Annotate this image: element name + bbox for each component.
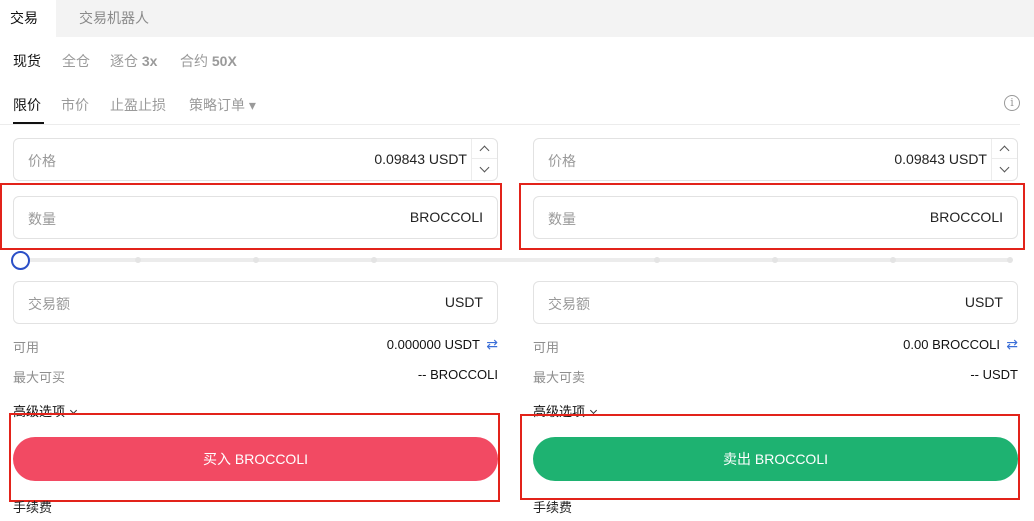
swap-icon[interactable]: ⇄ [486, 336, 498, 353]
sell-price-label: 价格 [548, 153, 576, 169]
mode-isolated[interactable]: 逐仓 3x [110, 51, 157, 71]
order-tab-market[interactable]: 市价 [61, 95, 89, 115]
buy-max-value: -- BROCCOLI [417, 367, 498, 382]
buy-fee-label: 手续费 [13, 500, 53, 515]
sell-max-value: -- USDT [970, 367, 1018, 382]
buy-price-stepper [471, 139, 497, 180]
buy-price-decrement-button[interactable] [472, 159, 497, 179]
slider-step [654, 257, 660, 263]
order-tab-tpsl[interactable]: 止盈止损 [110, 95, 166, 115]
buy-amount-label: 交易额 [28, 296, 70, 312]
sell-amount-label: 交易额 [548, 296, 590, 312]
buy-available-label: 可用 [13, 340, 40, 355]
order-tab-limit[interactable]: 限价 [13, 95, 41, 115]
info-icon[interactable]: i [1004, 95, 1020, 111]
buy-max-label: 最大可买 [13, 370, 66, 385]
sell-amount-unit: USDT [964, 294, 1003, 310]
mode-contract-label: 合约 [180, 53, 208, 69]
buy-price-unit: USDT [428, 151, 467, 167]
buy-price-number: 0.09843 [374, 151, 425, 167]
buy-max-row: 最大可买 -- BROCCOLI [13, 367, 498, 385]
slider-step [890, 257, 896, 263]
chevron-up-icon [479, 145, 490, 155]
sell-fee-label: 手续费 [533, 500, 573, 515]
buy-amount-field[interactable]: 交易额 USDT [13, 281, 498, 324]
chevron-down-icon [999, 162, 1010, 172]
buy-price-value[interactable]: 0.09843 USDT [374, 151, 467, 167]
slider-step [253, 257, 259, 263]
sell-max-row: 最大可卖 -- USDT [533, 367, 1018, 385]
sell-max-label: 最大可卖 [533, 370, 586, 385]
highlight-box [9, 413, 500, 502]
mode-cross[interactable]: 全仓 [62, 51, 90, 71]
highlight-box [519, 183, 1025, 250]
sell-price-number: 0.09843 [894, 151, 945, 167]
buy-price-label: 价格 [28, 153, 56, 169]
mode-contract[interactable]: 合约 50X [180, 51, 237, 71]
highlight-box [0, 183, 502, 250]
slider-step [371, 257, 377, 263]
buy-available-value: 0.000000 USDT [386, 337, 480, 352]
sell-price-increment-button[interactable] [992, 139, 1017, 159]
chevron-down-icon [589, 406, 598, 415]
tab-trade[interactable]: 交易 [0, 0, 56, 37]
sell-available-label: 可用 [533, 340, 560, 355]
divider [0, 124, 1020, 125]
sell-amount-field[interactable]: 交易额 USDT [533, 281, 1018, 324]
chevron-down-icon [479, 162, 490, 172]
mode-isolated-leverage: 3x [141, 53, 158, 69]
slider-track[interactable] [22, 258, 1012, 262]
sell-price-decrement-button[interactable] [992, 159, 1017, 179]
mode-contract-leverage: 50X [211, 53, 237, 69]
slider-handle[interactable] [11, 251, 30, 270]
slider-step [772, 257, 778, 263]
order-tab-strategy[interactable]: 策略订单 ▾ [189, 95, 256, 115]
sell-price-stepper [991, 139, 1017, 180]
slider-step [1007, 257, 1013, 263]
buy-amount-unit: USDT [444, 294, 483, 310]
sell-price-value[interactable]: 0.09843 USDT [894, 151, 987, 167]
tab-trading-bot[interactable]: 交易机器人 [79, 8, 149, 28]
buy-price-increment-button[interactable] [472, 139, 497, 159]
chevron-up-icon [999, 145, 1010, 155]
mode-spot[interactable]: 现货 [13, 51, 41, 71]
buy-price-field[interactable]: 价格 0.09843 USDT [13, 138, 498, 181]
buy-available-row: 可用 0.000000 USDT ⇄ [13, 336, 498, 355]
highlight-box [520, 414, 1020, 500]
sell-available-value: 0.00 BROCCOLI [903, 337, 1000, 352]
sell-price-unit: USDT [948, 151, 987, 167]
slider-step [135, 257, 141, 263]
sell-available-row: 可用 0.00 BROCCOLI ⇄ [533, 336, 1018, 355]
tab-bar [0, 0, 1034, 37]
swap-icon[interactable]: ⇄ [1006, 336, 1018, 353]
sell-price-field[interactable]: 价格 0.09843 USDT [533, 138, 1018, 181]
mode-isolated-label: 逐仓 [110, 53, 138, 69]
